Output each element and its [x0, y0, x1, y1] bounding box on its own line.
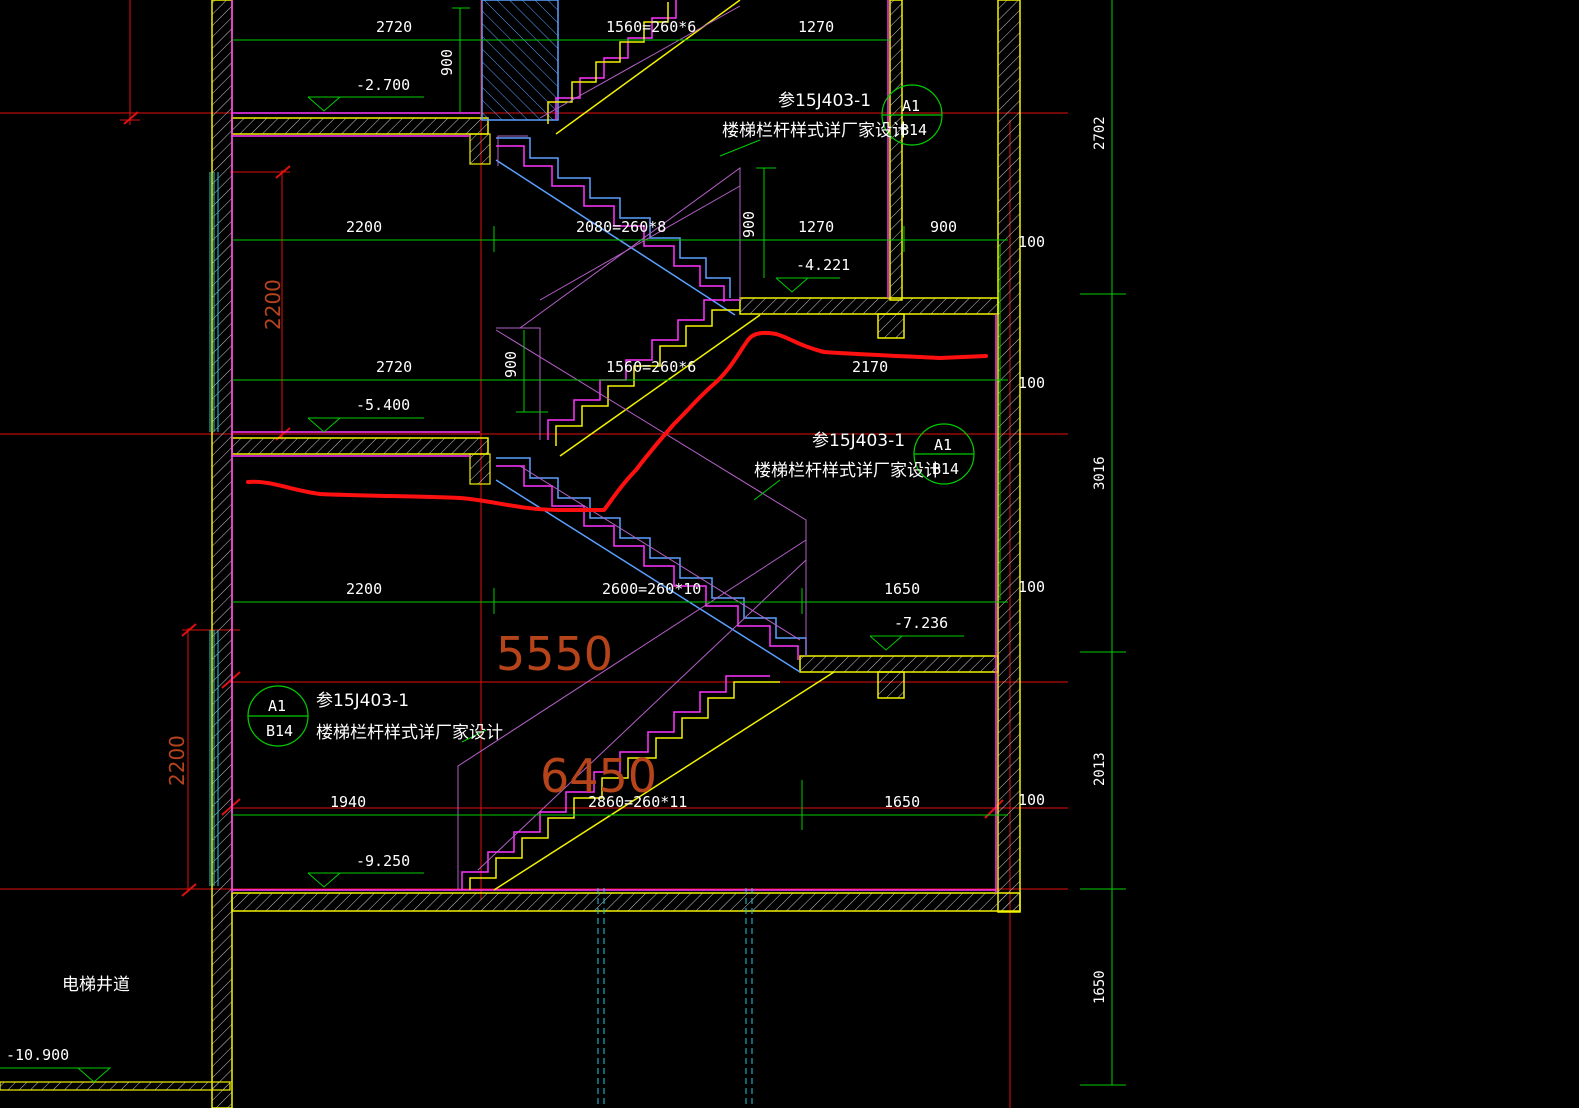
level-l1: -2.700	[356, 76, 410, 94]
level-l3: -5.400	[356, 396, 410, 414]
annotation-6450: 6450	[540, 749, 657, 803]
dim-row3-right: 2170	[852, 358, 888, 376]
dim-row2-mid: 2080=260*8	[576, 218, 666, 236]
note-ref-3: 参15J403-1	[316, 691, 409, 711]
dim-side-100-b: 100	[1018, 374, 1045, 392]
walls	[0, 0, 1021, 1108]
dimension-texts: 2720 1560=260*6 1270 900 2200 2080=260*8…	[330, 18, 1108, 1004]
level-l5: -9.250	[356, 852, 410, 870]
bubble-2-bottom: B14	[932, 460, 959, 478]
dim-side-100-d: 100	[1018, 791, 1045, 809]
bubble-2-top: A1	[934, 436, 952, 454]
cad-canvas[interactable]: { "colors": { "background": "#000000", "…	[0, 0, 1579, 1108]
label-elevator-shaft: 电梯井道	[62, 975, 130, 995]
dim-right-1650: 1650	[1092, 970, 1108, 1004]
annotation-5550: 5550	[496, 627, 613, 681]
dim-row5-right: 1650	[884, 793, 920, 811]
bubble-3-bottom: B14	[266, 722, 293, 740]
note-railing-2: 楼梯栏杆样式详厂家设计	[754, 461, 941, 481]
dim-row4-left: 2200	[346, 580, 382, 598]
level-l2: -4.221	[796, 256, 850, 274]
dimension-lines	[0, 0, 1126, 1086]
dim-row4-mid: 2600=260*10	[602, 580, 701, 598]
dim-row3-mid: 1560=260*6	[606, 358, 696, 376]
dim-row2-far: 900	[930, 218, 957, 236]
dim-right-2013: 2013	[1092, 752, 1108, 786]
dim-row2-vert: 900	[740, 211, 758, 238]
dim-row3-vert: 900	[502, 351, 520, 378]
dim-top-left: 2720	[376, 18, 412, 36]
note-ref-1: 参15J403-1	[778, 91, 871, 111]
level-l6: -10.900	[6, 1046, 69, 1064]
dim-row5-left: 1940	[330, 793, 366, 811]
stair-section-drawing: 2720 1560=260*6 1270 900 2200 2080=260*8…	[0, 0, 1126, 1108]
dim-top-mid: 1560=260*6	[606, 18, 696, 36]
dim-left-vert-a: 2200	[261, 279, 285, 330]
note-ref-2: 参15J403-1	[812, 431, 905, 451]
bubble-3-top: A1	[268, 697, 286, 715]
dim-side-100-a: 100	[1018, 233, 1045, 251]
dim-row3-left: 2720	[376, 358, 412, 376]
note-railing-3: 楼梯栏杆样式详厂家设计	[316, 723, 503, 743]
dim-row2-left: 2200	[346, 218, 382, 236]
level-l4: -7.236	[894, 614, 948, 632]
dim-right-2702: 2702	[1092, 116, 1108, 150]
dim-row4-right: 1650	[884, 580, 920, 598]
dim-right-3016: 3016	[1092, 456, 1108, 490]
note-railing-1: 楼梯栏杆样式详厂家设计	[722, 121, 909, 141]
dim-row2-right: 1270	[798, 218, 834, 236]
bubble-1-top: A1	[902, 97, 920, 115]
dim-side-100-c: 100	[1018, 578, 1045, 596]
dim-left-vert-b: 2200	[165, 735, 189, 786]
dim-top-right: 1270	[798, 18, 834, 36]
dim-top-vert: 900	[438, 49, 456, 76]
bubble-1-bottom: B14	[900, 121, 927, 139]
